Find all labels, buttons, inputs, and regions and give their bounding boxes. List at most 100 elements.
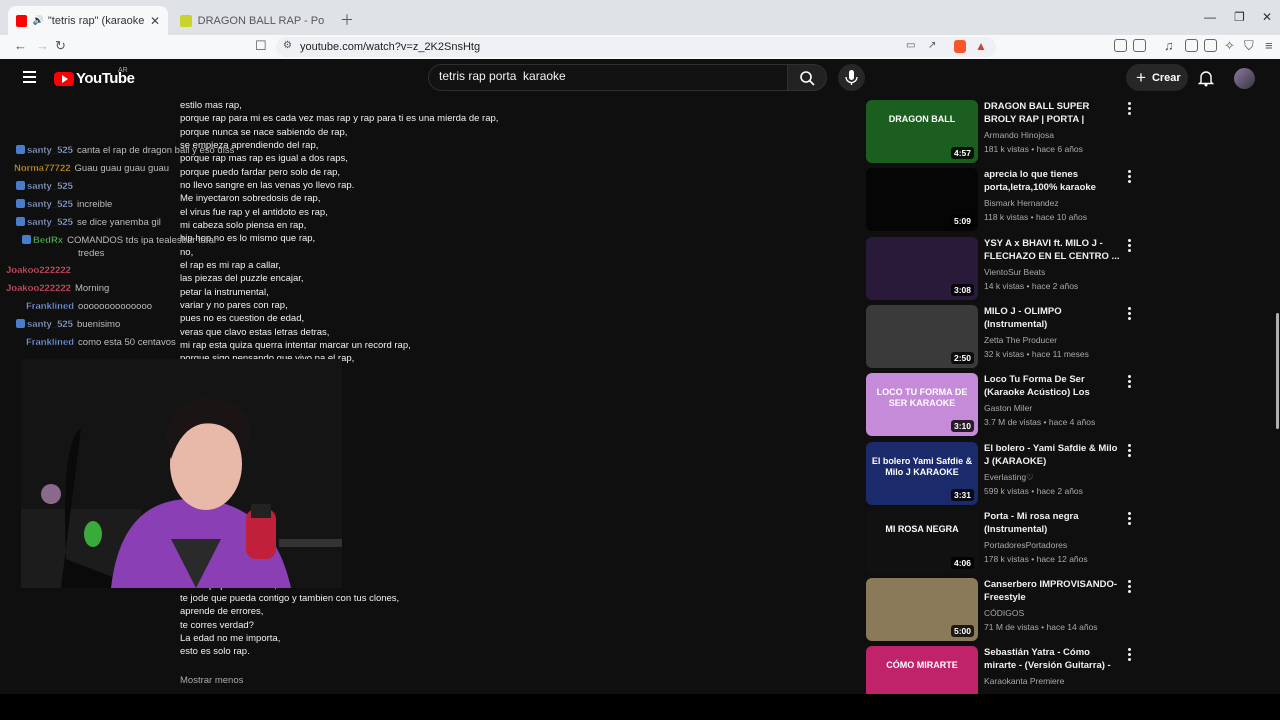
lyric-line: Me inyectaron sobredosis de rap, [180, 193, 321, 205]
chat-message: Franklined como esta 50 centavos [26, 337, 176, 348]
browser-window: 🔊 "tetris rap" (karaoke) con letra ✕ DRA… [0, 0, 1280, 694]
video-thumbnail[interactable]: CÓMO MIRARTE [866, 646, 978, 694]
video-title[interactable]: Canserbero IMPROVISANDO- Freestyle [984, 578, 1124, 604]
tab-dragon-ball-rap[interactable]: DRAGON BALL RAP - Porta - LETRAS [172, 6, 332, 35]
related-video-item[interactable]: MI ROSA NEGRA 4:06 Porta - Mi rosa negra (… [866, 509, 1146, 573]
channel-name[interactable]: CÓDIGOS [984, 608, 1024, 618]
user-avatar[interactable] [1234, 68, 1255, 89]
minimize-icon[interactable]: — [1204, 10, 1216, 24]
youtube-logo[interactable]: YouTube AR [54, 67, 135, 87]
chat-message: Norma77722 Guau guau guau guau [14, 163, 169, 174]
new-tab-icon[interactable]: ＋ [340, 10, 354, 30]
more-actions-icon[interactable] [1128, 580, 1131, 595]
video-title[interactable]: El bolero - Yami Safdie & Milo J (KARAOK… [984, 442, 1124, 468]
video-thumbnail[interactable]: 3:08 [866, 236, 978, 300]
lyric-line: porque nunca se nace sabiendo de rap, [180, 126, 348, 138]
chat-badge-icon [22, 235, 31, 244]
channel-name[interactable]: Gaston Miler [984, 403, 1032, 413]
forward-icon[interactable]: → [36, 38, 49, 53]
lyric-line: aprende de errores, [180, 606, 264, 618]
channel-name[interactable]: Zetta The Producer [984, 335, 1057, 345]
vpn-icon[interactable]: ⛉ [1244, 38, 1254, 54]
video-thumbnail[interactable]: DRAGON BALL 4:57 [866, 100, 978, 163]
lyric-line: esto es solo rap. [180, 646, 250, 658]
video-title[interactable]: aprecia lo que tienes porta,letra,100% k… [984, 168, 1124, 194]
channel-name[interactable]: Everlasting♡ [984, 472, 1034, 483]
browser-menu-icon[interactable]: ≡ [1265, 38, 1273, 53]
video-thumbnail[interactable]: MI ROSA NEGRA 4:06 [866, 509, 978, 573]
page-scrollbar[interactable] [1276, 313, 1279, 429]
related-video-item[interactable]: 2:50 MILO J - OLIMPO (Instrumental) Zetta … [866, 304, 1146, 368]
more-actions-icon[interactable] [1128, 170, 1131, 185]
channel-name[interactable]: Armando Hinojosa [984, 130, 1054, 140]
extension-2-icon[interactable] [1133, 39, 1146, 52]
search-icon [800, 71, 815, 86]
wallet-icon[interactable] [1204, 39, 1217, 52]
share-icon[interactable]: ↗ [928, 40, 936, 51]
related-video-item[interactable]: LOCO TU FORMA DE SER KARAOKE 3:10 Loco Tu … [866, 373, 1146, 437]
video-thumbnail[interactable]: 5:00 [866, 578, 978, 642]
more-actions-icon[interactable] [1128, 648, 1131, 663]
channel-name[interactable]: PortadoresPortadores [984, 540, 1067, 550]
close-window-icon[interactable]: ✕ [1262, 10, 1272, 24]
separator-dot: • [1028, 212, 1036, 223]
more-actions-icon[interactable] [1128, 102, 1131, 117]
video-thumbnail[interactable]: El bolero Yami Safdie & Milo J KARAOKE 3:… [866, 441, 978, 505]
upload-age: hace 12 años [1036, 553, 1088, 564]
related-video-item[interactable]: El bolero Yami Safdie & Milo J KARAOKE 3:… [866, 441, 1146, 505]
reload-icon[interactable]: ↻ [55, 38, 66, 54]
back-icon[interactable]: ← [14, 38, 27, 53]
more-actions-icon[interactable] [1128, 375, 1131, 390]
channel-name[interactable]: Karaokanta Premiere [984, 676, 1064, 686]
chat-message: tredes [78, 248, 104, 259]
search-input[interactable] [439, 69, 769, 83]
restore-icon[interactable]: ❐ [1234, 10, 1245, 24]
video-title[interactable]: MILO J - OLIMPO (Instrumental) [984, 305, 1124, 331]
chat-username: Joakoo222222 [6, 265, 71, 276]
address-bar[interactable]: ⚙ youtube.com/watch?v=z_2K2SnsHtg ▭ ↗ ▲ [276, 37, 996, 57]
more-actions-icon[interactable] [1128, 511, 1131, 527]
create-button[interactable]: + Crear [1126, 64, 1188, 91]
related-video-item[interactable]: 5:09 aprecia lo que tienes porta,letra,10… [866, 168, 1146, 232]
tab-tetris-rap[interactable]: 🔊 "tetris rap" (karaoke) con letra ✕ [8, 6, 168, 35]
related-video-item[interactable]: 5:00 Canserbero IMPROVISANDO- Freestyle CÓ… [866, 578, 1146, 642]
more-actions-icon[interactable] [1128, 306, 1131, 322]
site-info-icon[interactable]: ⚙ [283, 40, 292, 51]
video-title[interactable]: DRAGON BALL SUPER BROLY RAP | PORTA | IN… [984, 100, 1124, 127]
bookmark-icon[interactable]: ☐ [255, 38, 267, 54]
video-thumbnail[interactable]: LOCO TU FORMA DE SER KARAOKE 3:10 [866, 373, 978, 437]
related-video-item[interactable]: 3:08 YSY A x BHAVI ft. MILO J - FLECHAZO … [866, 236, 1146, 300]
show-less-link[interactable]: Mostrar menos [180, 675, 243, 686]
video-thumbnail[interactable]: 2:50 [866, 304, 978, 368]
brave-shield-icon[interactable] [954, 40, 966, 53]
video-title[interactable]: YSY A x BHAVI ft. MILO J - FLECHAZO EN E… [984, 237, 1124, 263]
search-button[interactable] [787, 64, 827, 91]
close-tab-icon[interactable]: ✕ [150, 14, 160, 28]
chat-text: tredes [78, 248, 105, 259]
more-actions-icon[interactable] [1128, 238, 1131, 254]
lyric-line: variar y no pares con rap, [180, 299, 288, 311]
video-title[interactable]: Porta - Mi rosa negra (Instrumental) [984, 510, 1124, 536]
related-video-item[interactable]: CÓMO MIRARTE Sebastián Yatra - Cómo mirar… [866, 646, 1146, 694]
hamburger-menu-icon[interactable] [23, 71, 36, 83]
channel-name[interactable]: VientoSur Beats [984, 267, 1045, 277]
letras-favicon-icon [180, 14, 192, 27]
rewards-icon[interactable]: ▲ [975, 39, 987, 53]
notifications-bell-icon[interactable] [1198, 69, 1214, 87]
voice-search-button[interactable] [838, 64, 865, 91]
music-icon[interactable]: ♫ [1164, 38, 1174, 53]
related-video-item[interactable]: DRAGON BALL 4:57 DRAGON BALL SUPER BROLY R… [866, 100, 1146, 163]
upload-age: hace 2 años [1036, 485, 1083, 496]
video-title[interactable]: Sebastián Yatra - Cómo mirarte - (Versió… [984, 646, 1124, 673]
chat-username: Norma77722 [14, 163, 71, 174]
more-actions-icon[interactable] [1128, 443, 1131, 459]
chat-username: santy_525 [27, 217, 73, 228]
channel-name[interactable]: Bismark Hernandez [984, 198, 1059, 208]
video-title[interactable]: Loco Tu Forma De Ser (Karaoke Acústico) … [984, 373, 1124, 400]
leo-icon[interactable]: ✧ [1224, 38, 1235, 54]
cast-icon[interactable]: ▭ [906, 40, 915, 51]
video-thumbnail[interactable]: 5:09 [866, 168, 978, 232]
sidebar-icon[interactable] [1185, 39, 1198, 52]
chat-message: santy_525 canta el rap de dragon ball y e… [16, 145, 234, 156]
extension-icon[interactable] [1114, 39, 1127, 52]
